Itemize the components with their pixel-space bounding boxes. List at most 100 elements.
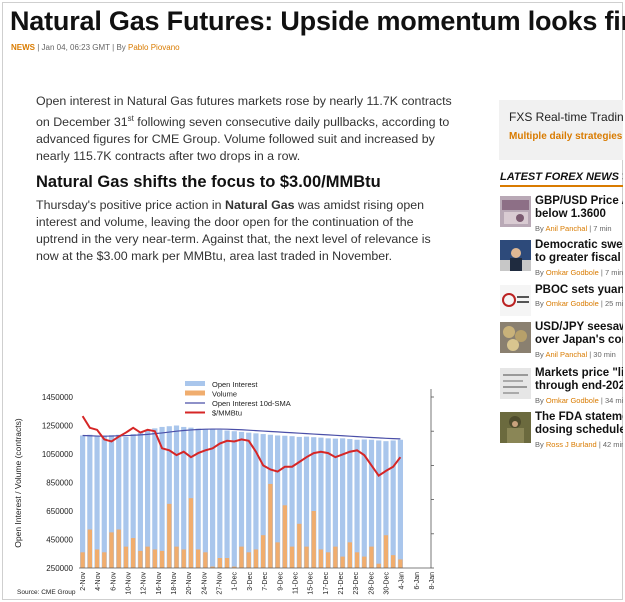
news-author-link[interactable]: Omkar Godbole xyxy=(546,299,599,308)
article-date: Jan 04, 06:23 GMT xyxy=(41,43,110,52)
volume-bar xyxy=(152,549,157,568)
chart-source: Source: CME Group xyxy=(17,589,76,596)
open-interest-bar xyxy=(224,430,230,568)
news-item[interactable]: Democratic sweepto greater fiscal By Omk… xyxy=(500,239,623,277)
x-tick-label: 6-Jan xyxy=(414,572,421,590)
news-meta: By Anil Panchal | 30 min xyxy=(535,350,616,359)
news-author-link[interactable]: Ross J Burland xyxy=(546,440,597,449)
open-interest-bar xyxy=(101,435,107,568)
article-paragraph-2: Thursday's positive price action in Natu… xyxy=(36,197,456,265)
news-meta: By Ross J Burland | 42 min xyxy=(535,440,623,449)
news-title: Democratic sweepto greater fiscal xyxy=(535,239,623,264)
volume-bar xyxy=(224,558,230,568)
x-tick-label: 16-Nov xyxy=(156,572,163,595)
volume-bar xyxy=(203,552,208,568)
y-left-tick-label: 850000 xyxy=(46,479,73,488)
para2-text-a: Thursday's positive price action in xyxy=(36,198,225,212)
x-tick-label: 11-Dec xyxy=(292,572,299,595)
volume-bar xyxy=(246,552,251,568)
volume-bar xyxy=(138,550,143,568)
fxs-promo-title: FXS Real-time Trading xyxy=(509,110,623,124)
news-title: Markets price "lift-off"through end-2022 xyxy=(535,367,623,392)
volume-bar xyxy=(159,550,165,568)
y-left-tick-label: 1250000 xyxy=(42,422,74,431)
volume-bar xyxy=(311,511,316,568)
volume-bar xyxy=(123,546,129,569)
x-tick-label: 10-Nov xyxy=(126,572,133,595)
open-interest-bar xyxy=(318,437,324,568)
open-interest-bar xyxy=(217,429,223,568)
pound-notes-thumbnail xyxy=(500,196,531,227)
byline-by: By xyxy=(116,43,126,52)
para2-bold-link[interactable]: Natural Gas xyxy=(225,198,295,212)
news-item[interactable]: Markets price "lift-off"through end-2022… xyxy=(500,367,623,405)
article-headline: Natural Gas Futures: Upside momentum loo… xyxy=(10,6,625,36)
open-interest-bar xyxy=(137,432,143,569)
news-item[interactable]: USD/JPY seesawsover Japan's coronavirus … xyxy=(500,321,623,359)
volume-bar xyxy=(116,529,121,568)
legend-label: Open Interest 10d-SMA xyxy=(212,399,291,408)
x-tick-label: 1-Dec xyxy=(232,572,239,591)
sidebar: FXS Real-time Trading Multiple daily str… xyxy=(499,100,623,460)
volume-bar xyxy=(383,535,389,568)
volume-bar xyxy=(87,529,92,568)
article-subheading: Natural Gas shifts the focus to $3.00/MM… xyxy=(36,173,381,191)
legend-swatch xyxy=(185,381,205,386)
news-title: USD/JPY seesawsover Japan's coronavirus xyxy=(535,321,623,346)
volume-bar xyxy=(196,549,201,568)
news-author-link[interactable]: Omkar Godbole xyxy=(546,396,599,405)
volume-bar xyxy=(268,483,273,568)
open-interest-bar xyxy=(173,425,180,568)
news-title: GBP/USD Price Analysis:below 1.3600 xyxy=(535,195,623,220)
x-tick-label: 3-Dec xyxy=(247,572,254,591)
x-tick-label: 7-Dec xyxy=(262,572,269,591)
news-meta: By Omkar Godbole | 7 min xyxy=(535,268,623,277)
volume-bar xyxy=(326,552,331,568)
open-interest-bar xyxy=(325,438,331,568)
open-interest-bar xyxy=(80,435,86,568)
x-tick-label: 12-Nov xyxy=(141,572,148,595)
open-interest-bar xyxy=(354,439,360,568)
volume-bar xyxy=(318,549,324,568)
news-item[interactable]: PBOC sets yuan By Omkar Godbole | 25 min xyxy=(500,284,623,321)
volume-bar xyxy=(253,549,259,568)
fxs-promo-box[interactable]: FXS Real-time Trading Multiple daily str… xyxy=(499,100,623,160)
x-tick-label: 9-Dec xyxy=(277,572,284,591)
open-interest-bar xyxy=(210,429,216,568)
volume-bar xyxy=(188,498,194,568)
volume-bar xyxy=(94,549,100,568)
volume-bar xyxy=(376,563,381,568)
latest-news-heading[interactable]: LATEST FOREX NEWS > xyxy=(500,171,623,187)
news-item[interactable]: The FDA statementdosing schedule By Ross… xyxy=(500,411,623,449)
volume-bar xyxy=(391,555,396,568)
volume-bar xyxy=(275,542,280,568)
x-tick-label: 28-Dec xyxy=(368,572,375,595)
author-link[interactable]: Pablo Piovano xyxy=(128,43,180,52)
x-tick-label: 15-Dec xyxy=(308,572,315,595)
legend-label: $/MMBtu xyxy=(212,409,242,418)
x-tick-label: 20-Nov xyxy=(186,572,193,595)
open-interest-bar xyxy=(195,428,201,568)
fxs-promo-subtitle: Multiple daily strategies xyxy=(509,131,623,142)
x-tick-label: 24-Nov xyxy=(201,572,208,595)
volume-bar xyxy=(333,546,338,569)
y-left-tick-label: 650000 xyxy=(46,507,73,516)
volume-bar xyxy=(304,546,309,569)
open-interest-bar xyxy=(376,440,382,568)
open-interest-bar xyxy=(181,426,187,568)
news-author-link[interactable]: Anil Panchal xyxy=(545,224,587,233)
news-meta: By Omkar Godbole | 25 min xyxy=(535,299,623,308)
volume-bar xyxy=(289,546,295,569)
news-author-link[interactable]: Anil Panchal xyxy=(545,350,587,359)
volume-bar xyxy=(362,556,367,568)
news-meta: By Omkar Godbole | 34 min xyxy=(535,396,623,405)
news-author-link[interactable]: Omkar Godbole xyxy=(546,268,599,277)
news-title: The FDA statementdosing schedule xyxy=(535,411,623,436)
news-item[interactable]: GBP/USD Price Analysis:below 1.3600 By A… xyxy=(500,195,623,233)
x-tick-label: 27-Nov xyxy=(217,572,224,595)
x-tick-label: 23-Dec xyxy=(353,572,360,595)
volume-bar xyxy=(282,505,287,568)
open-interest-bar xyxy=(390,440,396,568)
financial-paper-thumbnail xyxy=(500,368,531,399)
category-link[interactable]: NEWS xyxy=(11,43,35,52)
